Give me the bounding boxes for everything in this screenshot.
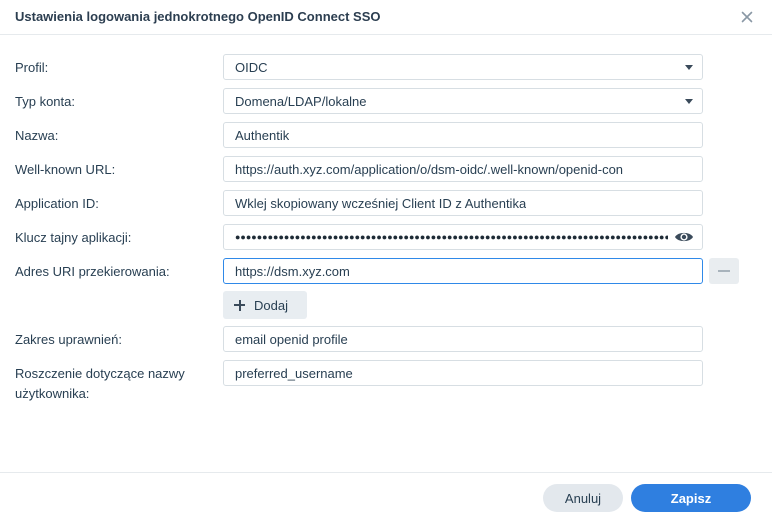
eye-icon[interactable] [674,230,694,244]
username-claim-label-line2: użytkownika: [15,386,90,401]
secret-label: Klucz tajny aplikacji: [15,230,132,245]
secret-input[interactable]: ●●●●●●●●●●●●●●●●●●●●●●●●●●●●●●●●●●●●●●●●… [223,224,703,250]
plus-icon [234,299,245,311]
name-label: Nazwa: [15,128,59,143]
secret-value: ●●●●●●●●●●●●●●●●●●●●●●●●●●●●●●●●●●●●●●●●… [235,232,668,242]
profile-value: OIDC [235,59,268,75]
well-known-url-input[interactable]: https://auth.xyz.com/application/o/dsm-o… [223,156,703,182]
well-known-url-label: Well-known URL: [15,162,116,177]
scope-value: email openid profile [235,331,348,347]
well-known-url-value: https://auth.xyz.com/application/o/dsm-o… [235,161,624,177]
redirect-uri-input[interactable]: https://dsm.xyz.com [223,258,703,284]
profile-select[interactable]: OIDC [223,54,703,80]
application-id-value: Wklej skopiowany wcześniej Client ID z A… [235,195,527,211]
account-type-label: Typ konta: [15,94,75,109]
application-id-label: Application ID: [15,196,99,211]
chevron-down-icon [685,64,693,70]
add-uri-button[interactable]: Dodaj [223,291,307,319]
name-input[interactable]: Authentik [223,122,703,148]
account-type-value: Domena/LDAP/lokalne [235,93,367,109]
redirect-uri-label: Adres URI przekierowania: [15,264,170,279]
scope-label: Zakres uprawnień: [15,332,122,347]
close-button[interactable] [738,8,756,26]
dialog-titlebar: Ustawienia logowania jednokrotnego OpenI… [0,0,772,35]
username-claim-label-line1: Roszczenie dotyczące nazwy [15,366,185,381]
dialog-title: Ustawienia logowania jednokrotnego OpenI… [15,9,381,24]
profile-label: Profil: [15,60,49,75]
name-value: Authentik [235,127,290,143]
save-button[interactable]: Zapisz [631,484,751,512]
application-id-input[interactable]: Wklej skopiowany wcześniej Client ID z A… [223,190,703,216]
username-claim-input[interactable]: preferred_username [223,360,703,386]
remove-uri-button[interactable] [709,258,739,284]
scope-input[interactable]: email openid profile [223,326,703,352]
close-icon [741,11,753,23]
chevron-down-icon [685,98,693,104]
account-type-select[interactable]: Domena/LDAP/lokalne [223,88,703,114]
dialog-footer: Anuluj Zapisz [0,472,772,519]
minus-icon [718,270,730,272]
add-uri-label: Dodaj [254,297,288,313]
username-claim-value: preferred_username [235,365,353,381]
redirect-uri-value: https://dsm.xyz.com [235,263,350,279]
cancel-button[interactable]: Anuluj [543,484,623,512]
